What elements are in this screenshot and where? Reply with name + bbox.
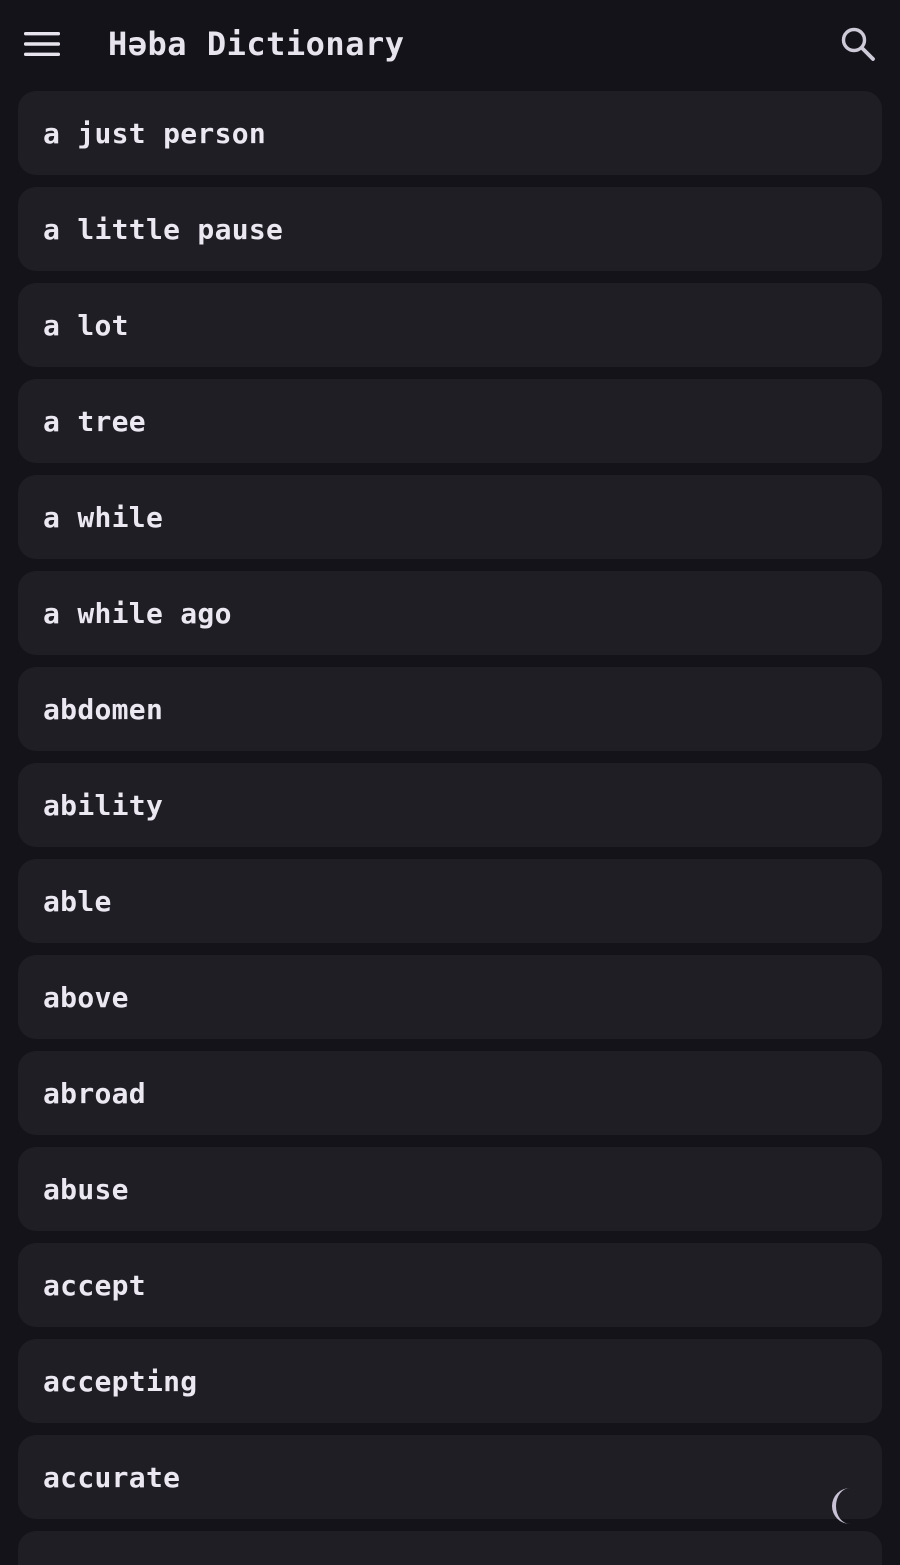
list-item[interactable]: a while ago — [18, 571, 882, 655]
app-window: Həba Dictionary a just person a little p… — [0, 0, 900, 1565]
list-item[interactable]: able — [18, 859, 882, 943]
list-item-label: accept — [43, 1268, 146, 1302]
list-item-label: a lot — [43, 308, 129, 342]
search-icon — [841, 27, 875, 61]
list-item-label: abdomen — [43, 692, 164, 726]
moon-icon — [832, 1488, 850, 1524]
list-item[interactable]: a lot — [18, 283, 882, 367]
word-list: a just person a little pause a lot a tre… — [18, 91, 882, 1565]
list-item[interactable]: above — [18, 955, 882, 1039]
list-item[interactable]: a tree — [18, 379, 882, 463]
app-title: Həba Dictionary — [108, 25, 405, 63]
list-item[interactable]: a just person — [18, 91, 882, 175]
list-item-label: above — [43, 980, 129, 1014]
list-item-label: accurate — [43, 1460, 181, 1494]
list-item[interactable]: ability — [18, 763, 882, 847]
list-item-label: accepting — [43, 1364, 198, 1398]
list-item-label: able — [43, 884, 112, 918]
search-button[interactable] — [834, 20, 882, 68]
list-item[interactable]: abroad — [18, 1051, 882, 1135]
list-item-label: ability — [43, 788, 164, 822]
list-item[interactable]: accurate — [18, 1435, 882, 1519]
menu-button[interactable] — [18, 20, 66, 68]
list-item-label: a little pause — [43, 212, 284, 246]
list-item-label: abroad — [43, 1076, 146, 1110]
list-item[interactable]: accepting — [18, 1339, 882, 1423]
list-item[interactable] — [18, 1531, 882, 1565]
list-item-label: a just person — [43, 116, 267, 150]
list-item[interactable]: a little pause — [18, 187, 882, 271]
theme-toggle-button[interactable] — [818, 1478, 874, 1534]
list-item-label: a while — [43, 500, 164, 534]
list-item[interactable]: abuse — [18, 1147, 882, 1231]
top-app-bar: Həba Dictionary — [0, 0, 900, 88]
list-item-label: a tree — [43, 404, 146, 438]
list-item[interactable]: a while — [18, 475, 882, 559]
list-item[interactable]: accept — [18, 1243, 882, 1327]
list-item-label: abuse — [43, 1172, 129, 1206]
list-item-label: a while ago — [43, 596, 232, 630]
list-item[interactable]: abdomen — [18, 667, 882, 751]
hamburger-menu-icon — [24, 32, 60, 56]
